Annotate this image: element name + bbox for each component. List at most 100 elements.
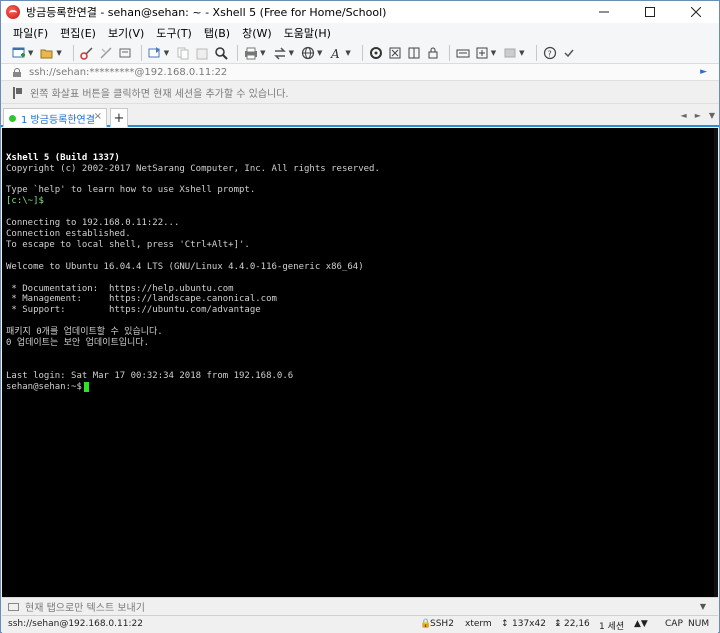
new-session-icon[interactable] [11, 45, 27, 61]
add-dropdown-icon[interactable]: ▼ [491, 49, 496, 57]
address-text: ssh://sehan:*********@192.168.0.11:22 [29, 66, 228, 78]
xshell-logo-icon[interactable] [6, 5, 20, 19]
toolbar-separator [72, 44, 74, 61]
terminal-line: 0 업데이트는 보안 업데이트입니다. [6, 337, 150, 348]
open-dropdown-icon[interactable]: ▼ [56, 49, 61, 57]
xftp-icon[interactable] [368, 45, 384, 61]
terminal-line: Last login: Sat Mar 17 00:32:34 2018 fro… [6, 370, 294, 381]
menu-window[interactable]: 창(W) [242, 25, 272, 41]
tab-list-icon[interactable]: ▼ [709, 111, 715, 120]
bookmark-icon[interactable] [13, 86, 23, 99]
close-icon [691, 7, 701, 17]
minimize-button[interactable] [581, 1, 627, 23]
compose-text: 현재 탭으로만 텍스트 보내기 [25, 603, 145, 614]
address-dropdown-icon[interactable]: ► [700, 67, 707, 77]
compose-icon [8, 602, 19, 611]
link-icon[interactable] [79, 45, 95, 61]
toolbar-separator [237, 44, 239, 61]
menu-tab[interactable]: 탭(B) [204, 25, 230, 41]
font-icon[interactable]: A [328, 45, 344, 61]
menu-file[interactable]: 파일(F) [13, 25, 48, 41]
toolbar-separator [535, 44, 537, 61]
maximize-icon [645, 7, 655, 17]
terminal-size-icon: ↕ [501, 619, 509, 629]
find-icon[interactable] [213, 45, 229, 61]
menu-view[interactable]: 보기(V) [108, 25, 144, 41]
add-icon[interactable] [474, 45, 490, 61]
keyboard-icon[interactable] [455, 45, 471, 61]
status-cursor-pos: 22,16 [564, 619, 590, 629]
tab-navigation: ◄ ► ▼ [673, 111, 715, 120]
tab-close-icon[interactable]: × [94, 111, 102, 122]
terminal-line: Connection established. [6, 229, 131, 240]
menu-edit[interactable]: 편집(E) [60, 25, 96, 41]
svg-text:A: A [330, 47, 340, 60]
terminal-scrollbar[interactable] [714, 128, 718, 597]
menu-bar: 파일(F) 편집(E) 보기(V) 도구(T) 탭(B) 창(W) 도움말(H) [1, 23, 719, 42]
tab-prev-icon[interactable]: ◄ [681, 111, 687, 120]
toolbar-separator [448, 44, 450, 61]
split-icon[interactable] [406, 45, 422, 61]
tab-next-icon[interactable]: ► [695, 111, 701, 120]
terminal-line: Connecting to 192.168.0.11:22... [6, 218, 180, 229]
status-connection: ssh://sehan@192.168.0.11:22 [8, 619, 143, 629]
toolbar-separator [361, 44, 363, 61]
fullscreen-icon[interactable] [387, 45, 403, 61]
compose-dropdown-icon[interactable]: ▼ [700, 602, 706, 611]
terminal-line: * Support: https://ubuntu.com/advantage [6, 305, 261, 316]
new-tab-icon[interactable] [147, 45, 163, 61]
terminal-line: Xshell 5 (Build 1337) [6, 152, 120, 163]
reconnect-icon[interactable] [117, 45, 133, 61]
terminal-line: * Management: https://landscape.canonica… [6, 294, 277, 305]
paste-icon[interactable] [194, 45, 210, 61]
status-terminal-type: xterm [465, 619, 492, 629]
status-sessions: 1 세션 [599, 622, 625, 632]
terminal-cursor [83, 381, 89, 392]
tab-label: 1 방금등록한연결 [21, 114, 95, 126]
terminal-line: To escape to local shell, press 'Ctrl+Al… [6, 239, 250, 250]
globe-dropdown-icon[interactable]: ▼ [317, 49, 322, 57]
font-dropdown-icon[interactable]: ▼ [345, 49, 350, 57]
tab-session-1[interactable]: 1 방금등록한연결 × [3, 108, 107, 127]
status-bar: ssh://sehan@192.168.0.11:22 🔒 SSH2 xterm… [2, 615, 718, 633]
terminal-output[interactable]: Xshell 5 (Build 1337) Copyright (c) 2002-… [2, 128, 718, 597]
maximize-button[interactable] [627, 1, 673, 23]
help-icon[interactable]: ? [542, 45, 558, 61]
title-bar[interactable]: 방금등록한연결 - sehan@sehan: ~ - Xshell 5 (Fre… [1, 1, 719, 23]
tab-dropdown-icon[interactable]: ▼ [164, 49, 169, 57]
compose-bar[interactable]: 현재 탭으로만 텍스트 보내기 ▼ [2, 597, 718, 615]
open-folder-icon[interactable] [39, 45, 55, 61]
transfer-icon[interactable] [272, 45, 288, 61]
menu-tools[interactable]: 도구(T) [156, 25, 192, 41]
print-dropdown-icon[interactable]: ▼ [260, 49, 265, 57]
unlink-icon[interactable] [98, 45, 114, 61]
new-tab-button[interactable]: + [110, 108, 128, 127]
globe-icon[interactable] [300, 45, 316, 61]
print-icon[interactable] [243, 45, 259, 61]
status-num: NUM [688, 619, 710, 629]
terminal-line: Welcome to Ubuntu 16.04.4 LTS (GNU/Linux… [6, 261, 364, 272]
terminal-line: Type `help' to learn how to use Xshell p… [6, 185, 256, 196]
minimize-icon [599, 11, 609, 13]
session-hint-bar: 왼쪽 화살표 버튼을 클릭하면 현재 세션을 추가할 수 있습니다. [1, 82, 719, 104]
layout-dropdown-icon[interactable]: ▼ [519, 49, 524, 57]
layout-icon[interactable] [502, 45, 518, 61]
toolbar-separator [140, 44, 142, 61]
address-bar[interactable]: ssh://sehan:*********@192.168.0.11:22 ► [1, 64, 719, 81]
terminal-line: [c:\~]$ [6, 196, 44, 207]
new-session-dropdown-icon[interactable]: ▼ [28, 49, 33, 57]
menu-help[interactable]: 도움말(H) [284, 25, 331, 41]
close-button[interactable] [673, 1, 719, 23]
transfer-dropdown-icon[interactable]: ▼ [289, 49, 294, 57]
status-caps: CAP [665, 619, 683, 629]
session-nav-icon[interactable]: ▲▼ [634, 619, 648, 629]
cursor-pos-icon: ↨ [554, 619, 562, 629]
more-icon[interactable] [561, 45, 577, 61]
lock-icon[interactable] [425, 45, 441, 61]
copy-icon[interactable] [175, 45, 191, 61]
